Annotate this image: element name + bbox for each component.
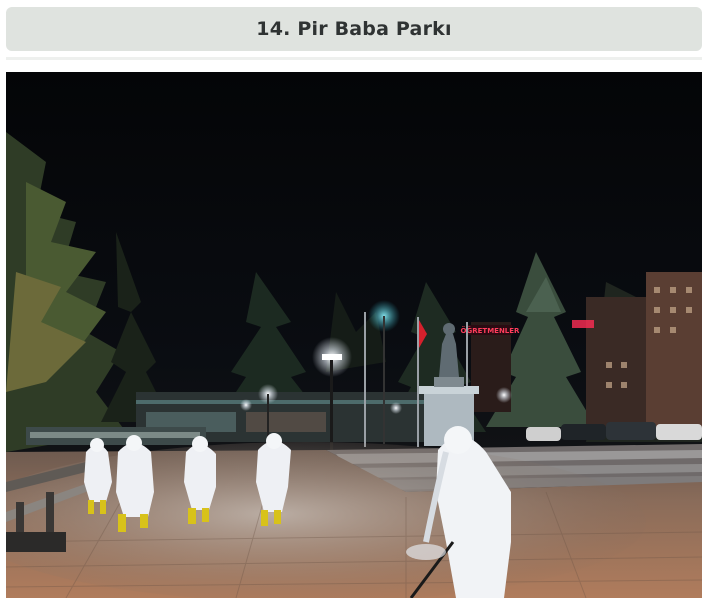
section-title: 14. Pir Baba Parkı xyxy=(256,18,452,40)
section-title-bar: 14. Pir Baba Parkı xyxy=(6,7,702,51)
park-night-photo: ÖĞRETMENLER xyxy=(6,72,702,598)
sign-text: ÖĞRETMENLER xyxy=(461,326,520,335)
divider xyxy=(6,57,702,60)
